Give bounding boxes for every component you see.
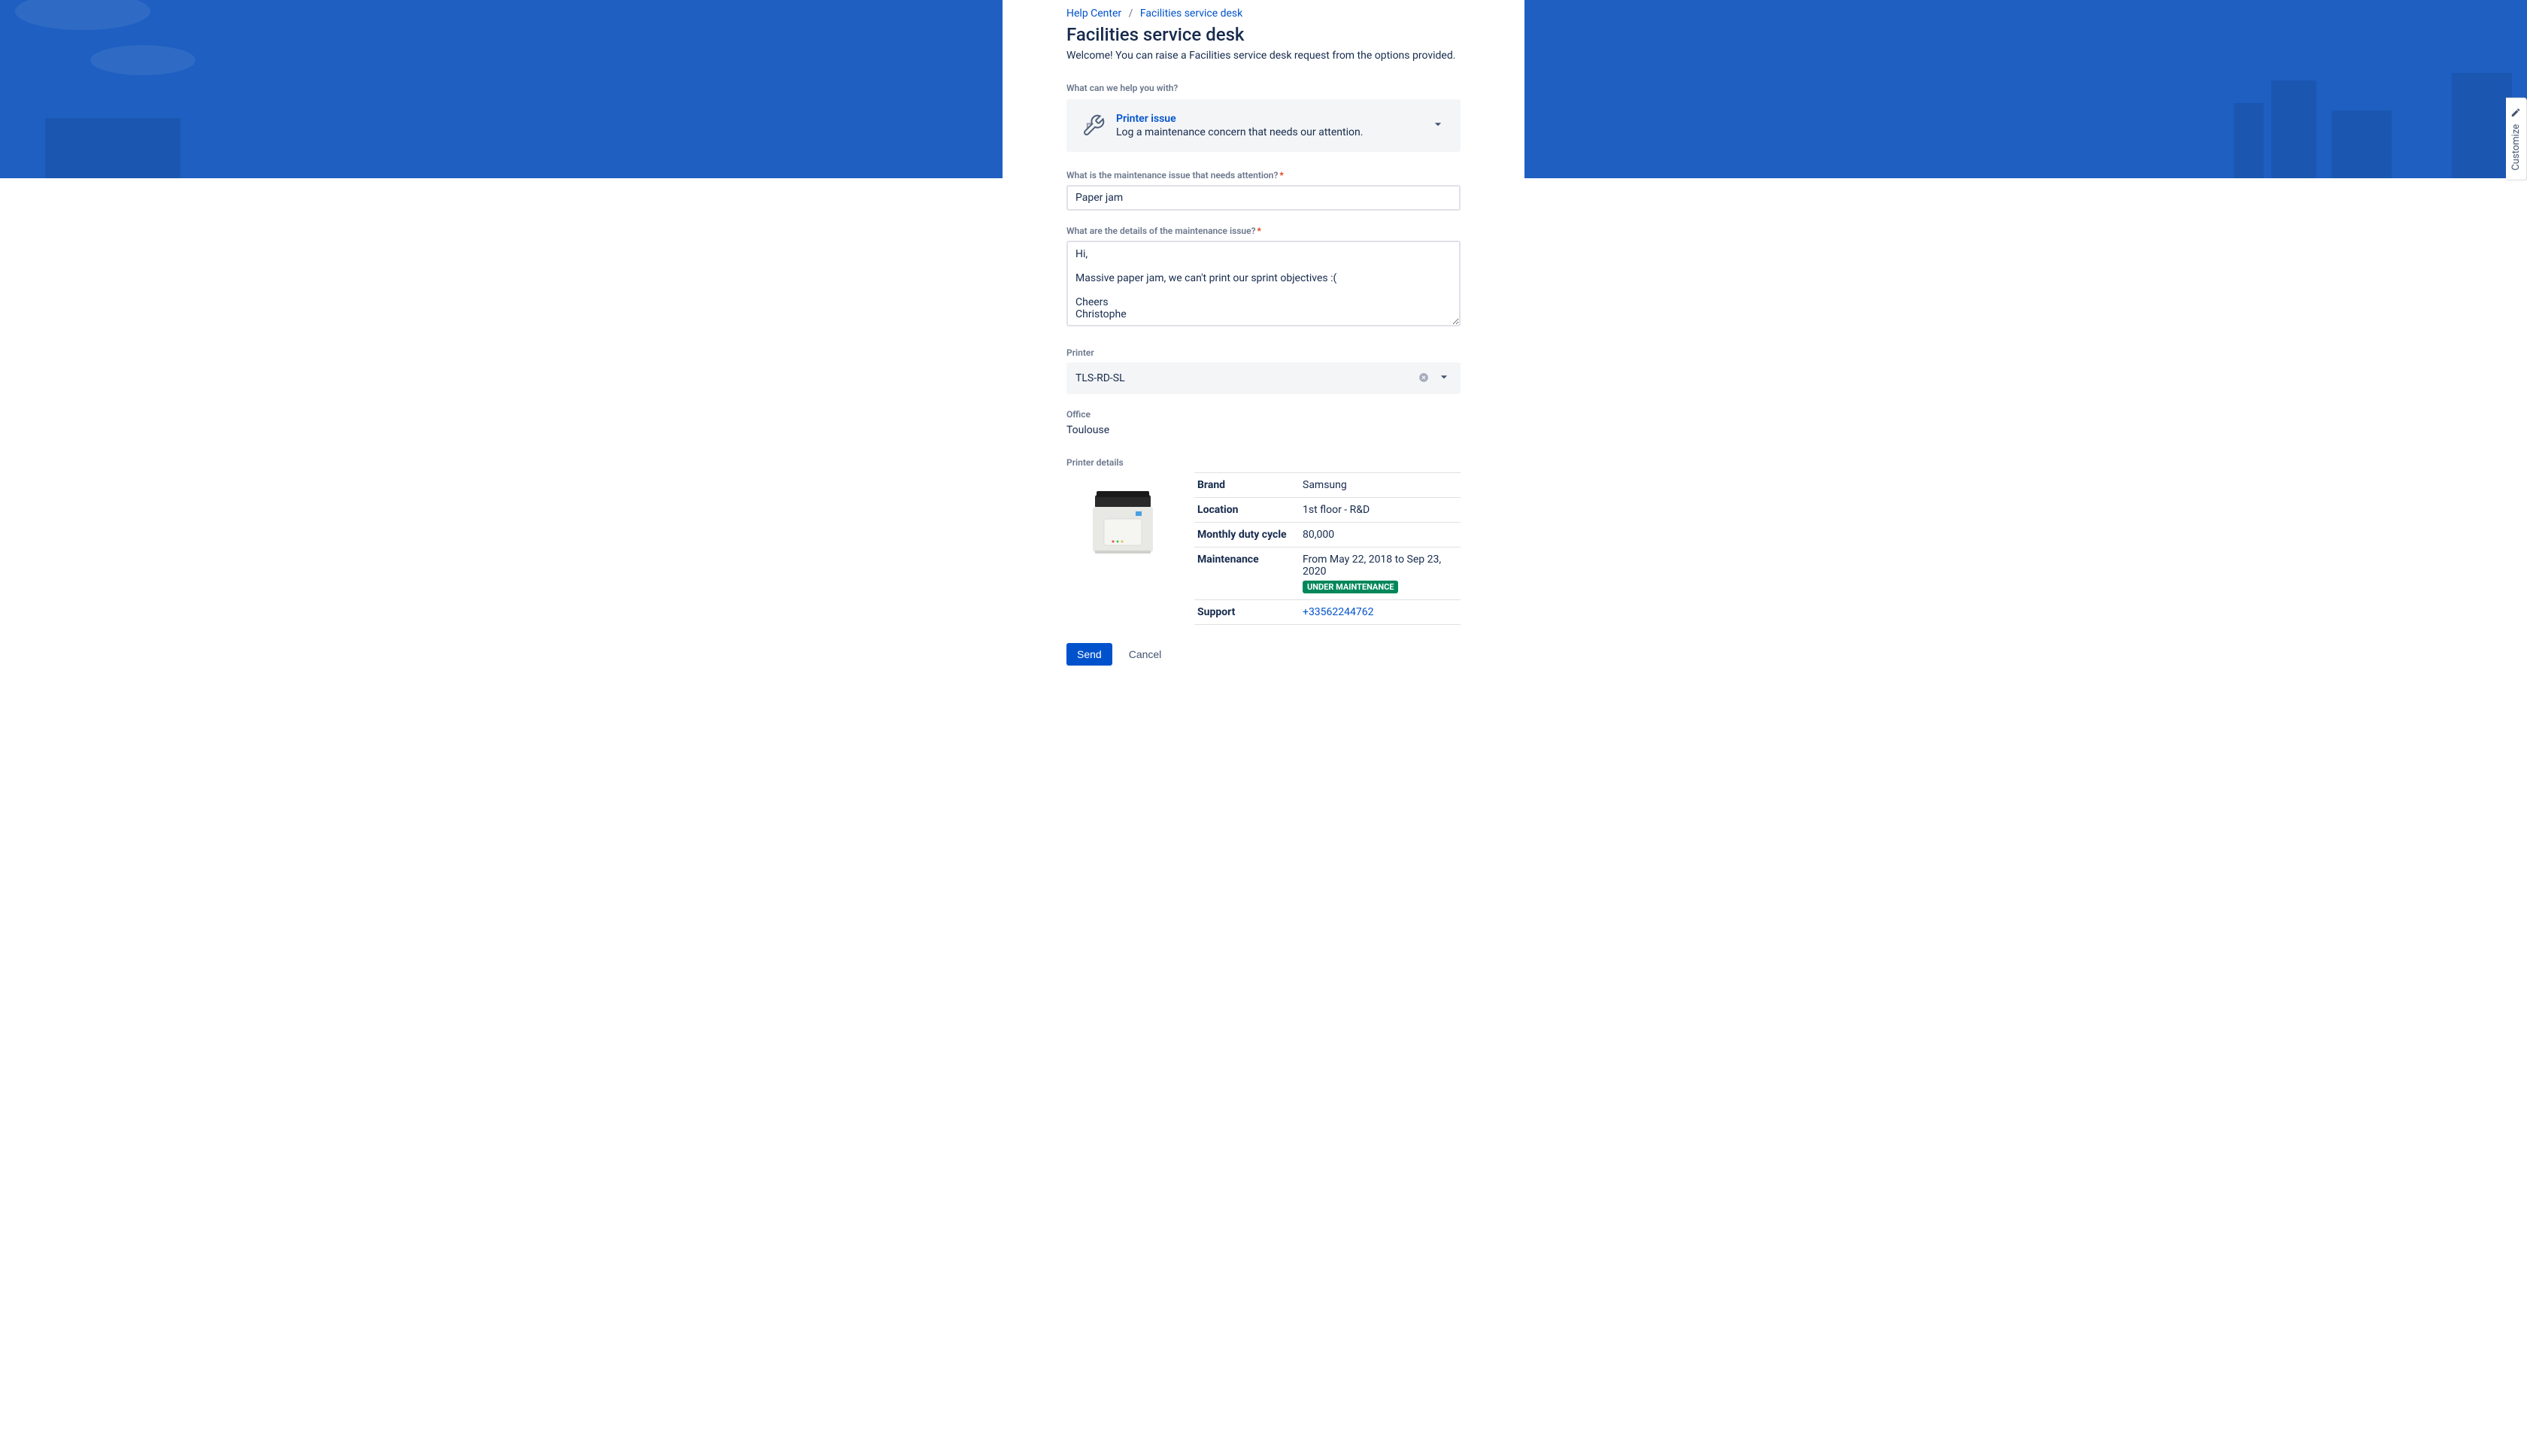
table-row: Support +33562244762 <box>1194 600 1461 625</box>
breadcrumb-separator: / <box>1129 8 1133 20</box>
office-value: Toulouse <box>1066 424 1461 436</box>
customize-tab[interactable]: Customize <box>2506 98 2527 180</box>
cancel-button[interactable]: Cancel <box>1118 643 1172 666</box>
breadcrumb: Help Center / Facilities service desk <box>1066 0 1461 20</box>
required-indicator: * <box>1279 170 1283 180</box>
request-type-text: Printer issue Log a maintenance concern … <box>1116 113 1420 138</box>
chevron-down-icon[interactable] <box>1430 117 1446 135</box>
table-row: Location 1st floor - R&D <box>1194 498 1461 523</box>
detail-label: Brand <box>1194 473 1300 498</box>
help-section-label: What can we help you with? <box>1066 83 1461 93</box>
detail-label: Maintenance <box>1194 548 1300 600</box>
required-indicator: * <box>1257 226 1260 236</box>
issue-summary-label: What is the maintenance issue that needs… <box>1066 170 1461 180</box>
detail-label: Monthly duty cycle <box>1194 523 1300 548</box>
detail-value: From May 22, 2018 to Sep 23, 2020 UNDER … <box>1300 548 1461 600</box>
table-row: Monthly duty cycle 80,000 <box>1194 523 1461 548</box>
page-title: Facilities service desk <box>1066 24 1461 45</box>
request-type-selector[interactable]: Printer issue Log a maintenance concern … <box>1066 99 1461 152</box>
office-field-label: Office <box>1066 409 1461 420</box>
details-textarea[interactable] <box>1066 241 1461 326</box>
clear-icon[interactable] <box>1418 372 1430 384</box>
support-phone-link[interactable]: +33562244762 <box>1303 606 1374 618</box>
detail-label: Location <box>1194 498 1300 523</box>
table-row: Maintenance From May 22, 2018 to Sep 23,… <box>1194 548 1461 600</box>
printer-image <box>1074 472 1172 570</box>
chevron-down-icon[interactable] <box>1436 369 1452 387</box>
maintenance-status-badge: UNDER MAINTENANCE <box>1303 581 1398 593</box>
welcome-text: Welcome! You can raise a Facilities serv… <box>1066 50 1461 62</box>
printer-details-table: Brand Samsung Location 1st floor - R&D M… <box>1194 472 1461 625</box>
detail-label: Support <box>1194 600 1300 625</box>
printer-details-label: Printer details <box>1066 457 1461 468</box>
breadcrumb-help-center[interactable]: Help Center <box>1066 8 1121 20</box>
detail-value: Samsung <box>1300 473 1461 498</box>
detail-value: 1st floor - R&D <box>1300 498 1461 523</box>
request-type-title: Printer issue <box>1116 113 1420 125</box>
issue-summary-input[interactable] <box>1066 185 1461 211</box>
send-button[interactable]: Send <box>1066 643 1112 666</box>
form-actions: Send Cancel <box>1066 643 1461 666</box>
table-row: Brand Samsung <box>1194 473 1461 498</box>
main-content: Help Center / Facilities service desk Fa… <box>1003 0 1524 688</box>
printer-field-label: Printer <box>1066 347 1461 358</box>
detail-value: 80,000 <box>1300 523 1461 548</box>
printer-select-value: TLS-RD-SL <box>1075 372 1418 384</box>
request-type-description: Log a maintenance concern that needs our… <box>1116 126 1420 138</box>
maintenance-icon <box>1081 114 1106 138</box>
details-label: What are the details of the maintenance … <box>1066 226 1461 236</box>
pencil-icon <box>2510 108 2522 118</box>
breadcrumb-service-desk[interactable]: Facilities service desk <box>1140 8 1242 20</box>
detail-value: +33562244762 <box>1300 600 1461 625</box>
printer-select[interactable]: TLS-RD-SL <box>1066 362 1461 394</box>
